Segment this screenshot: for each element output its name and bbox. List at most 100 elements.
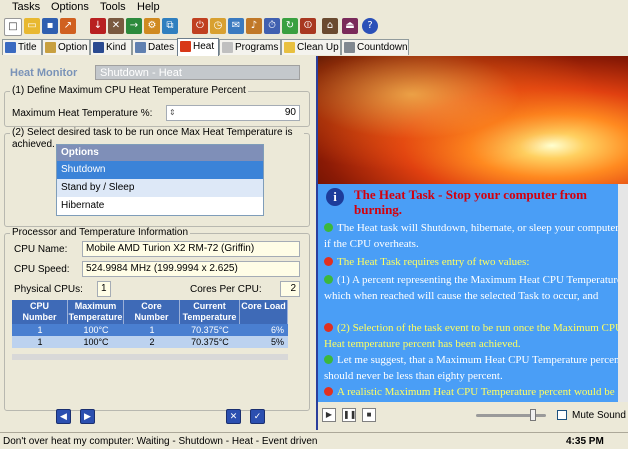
- tab-programs[interactable]: Programs: [219, 39, 281, 55]
- cancel-button[interactable]: ✕: [226, 409, 241, 424]
- menu-tools[interactable]: Tools: [100, 1, 126, 13]
- menu-bar: Tasks Options Tools Help: [0, 0, 628, 16]
- copy-icon[interactable]: ⧉: [162, 18, 178, 34]
- next-button[interactable]: ▶: [80, 409, 95, 424]
- tab-kind[interactable]: Kind: [90, 39, 132, 55]
- media-controls: ▶ ❚❚ ■ Mute Sound: [318, 402, 628, 430]
- volume-slider[interactable]: [476, 409, 546, 421]
- help-paragraph: The Heat task will Shutdown, hibernate, …: [324, 222, 619, 250]
- bell-icon[interactable]: ♪: [246, 18, 262, 34]
- help-text-area: i The Heat Task - Stop your computer fro…: [318, 184, 628, 402]
- cpu-name-label: CPU Name:: [14, 244, 68, 255]
- export-icon[interactable]: ↗: [60, 18, 76, 34]
- timer-icon[interactable]: ⏱: [264, 18, 280, 34]
- exit-icon[interactable]: ⏏: [342, 18, 358, 34]
- tab-dates[interactable]: Dates: [132, 39, 178, 55]
- tab-clean-up[interactable]: Clean Up: [281, 39, 341, 55]
- table-cell: 100°C: [83, 337, 109, 347]
- building-icon[interactable]: ⌂: [322, 18, 338, 34]
- fire-image: [318, 56, 628, 184]
- status-text: Don't over heat my computer: Waiting - S…: [3, 436, 318, 447]
- table-cell: 100°C: [83, 325, 109, 335]
- option-shutdown[interactable]: Shutdown: [57, 161, 263, 179]
- red-bullet-icon: [324, 257, 333, 266]
- menu-options[interactable]: Options: [51, 1, 89, 13]
- tab-heat[interactable]: Heat: [177, 38, 219, 56]
- menu-tasks[interactable]: Tasks: [12, 1, 40, 13]
- green-bullet-icon: [324, 275, 333, 284]
- tab-title[interactable]: Title: [2, 39, 42, 55]
- download-icon[interactable]: ↓: [90, 18, 106, 34]
- power-icon[interactable]: ⏻: [192, 18, 208, 34]
- shutdown-icon[interactable]: ⏼: [300, 18, 316, 34]
- table-cell: 70.375°C: [191, 325, 229, 335]
- tab-option[interactable]: Option: [42, 39, 90, 55]
- option-hibernate[interactable]: Hibernate: [57, 197, 263, 215]
- help-paragraph: The Heat Task requires entry of two valu…: [324, 254, 624, 270]
- cleanup-tab-icon: [284, 42, 295, 53]
- help-paragraph: (2) Selection of the task event to be ru…: [324, 322, 623, 350]
- title-tab-icon: [5, 42, 16, 53]
- previous-button[interactable]: ◀: [56, 409, 71, 424]
- kind-tab-icon: [93, 42, 104, 53]
- table-row[interactable]: 1 100°C 2 70.375°C 5%: [12, 336, 288, 348]
- cpu-speed-label: CPU Speed:: [14, 264, 70, 275]
- table-cell: 5%: [270, 337, 284, 347]
- help-icon[interactable]: ?: [362, 18, 378, 34]
- col-current-temp: Current Temperature: [180, 300, 240, 324]
- table-cell: 6%: [270, 325, 284, 335]
- table-cell: 70.375°C: [191, 337, 229, 347]
- play-icon[interactable]: ▶: [322, 408, 336, 422]
- refresh-icon[interactable]: ↻: [282, 18, 298, 34]
- pause-icon[interactable]: ❚❚: [342, 408, 356, 422]
- table-scrollbar[interactable]: [12, 354, 288, 360]
- new-icon[interactable]: □: [4, 18, 22, 36]
- tab-strip: Title Option Kind Dates Heat Programs Cl…: [0, 38, 628, 56]
- open-folder-icon[interactable]: ▭: [24, 18, 40, 34]
- stop-icon[interactable]: ■: [362, 408, 376, 422]
- col-cpu-number: CPU Number: [12, 300, 68, 324]
- programs-tab-icon: [222, 42, 233, 53]
- help-paragraph: A realistic Maximum Heat CPU Temperature…: [324, 384, 624, 402]
- heat-monitor-label: Heat Monitor: [10, 67, 78, 79]
- delete-icon[interactable]: ✕: [108, 18, 124, 34]
- cpu-speed-field: 524.9984 MHz (199.9994 x 2.625): [82, 261, 300, 277]
- green-bullet-icon: [324, 223, 333, 232]
- mute-checkbox[interactable]: [557, 410, 567, 420]
- help-title: The Heat Task - Stop your computer from …: [354, 187, 587, 217]
- status-time: 4:35 PM: [566, 436, 604, 447]
- menu-help[interactable]: Help: [137, 1, 160, 13]
- heat-monitor-field: Shutdown - Heat: [95, 65, 300, 80]
- status-bar: Don't over heat my computer: Waiting - S…: [0, 432, 628, 449]
- option-standby[interactable]: Stand by / Sleep: [57, 179, 263, 197]
- red-bullet-icon: [324, 387, 333, 396]
- help-scrollbar[interactable]: [618, 184, 628, 402]
- toolbar: □ ▭ ▪ ↗ ↓ ✕ → ⚙ ⧉ ⏻ ◷ ✉ ♪ ⏱ ↻ ⏼ ⌂ ⏏ ?: [0, 16, 628, 38]
- volume-thumb[interactable]: [530, 409, 537, 421]
- help-panel: i The Heat Task - Stop your computer fro…: [316, 56, 628, 430]
- physical-cpus-field: 1: [97, 281, 111, 297]
- settings-icon[interactable]: ⚙: [144, 18, 160, 34]
- table-row[interactable]: 1 100°C 1 70.375°C 6%: [12, 324, 288, 336]
- spinner-icon[interactable]: ⇕: [169, 106, 176, 120]
- task-options-list[interactable]: Options Shutdown Stand by / Sleep Hibern…: [56, 144, 264, 216]
- section1-title: (1) Define Maximum CPU Heat Temperature …: [10, 85, 248, 96]
- table-cell: 2: [149, 337, 155, 347]
- col-core-number: Core Number: [124, 300, 180, 324]
- cores-per-cpu-field: 2: [280, 281, 300, 297]
- max-temp-label: Maximum Heat Temperature %:: [12, 108, 153, 119]
- table-cell: 1: [37, 325, 43, 335]
- clock-icon[interactable]: ◷: [210, 18, 226, 34]
- accept-button[interactable]: ✓: [250, 409, 265, 424]
- tab-countdown[interactable]: Countdown: [341, 39, 409, 55]
- email-icon[interactable]: ✉: [228, 18, 244, 34]
- arrow-right-icon[interactable]: →: [126, 18, 142, 34]
- cores-per-cpu-label: Cores Per CPU:: [190, 284, 262, 295]
- option-tab-icon: [45, 42, 56, 53]
- mute-label: Mute Sound: [572, 410, 626, 421]
- max-temp-input[interactable]: ⇕ 90: [166, 105, 300, 121]
- dates-tab-icon: [135, 42, 146, 53]
- table-cell: 1: [37, 337, 43, 347]
- countdown-tab-icon: [344, 42, 355, 53]
- save-icon[interactable]: ▪: [42, 18, 58, 34]
